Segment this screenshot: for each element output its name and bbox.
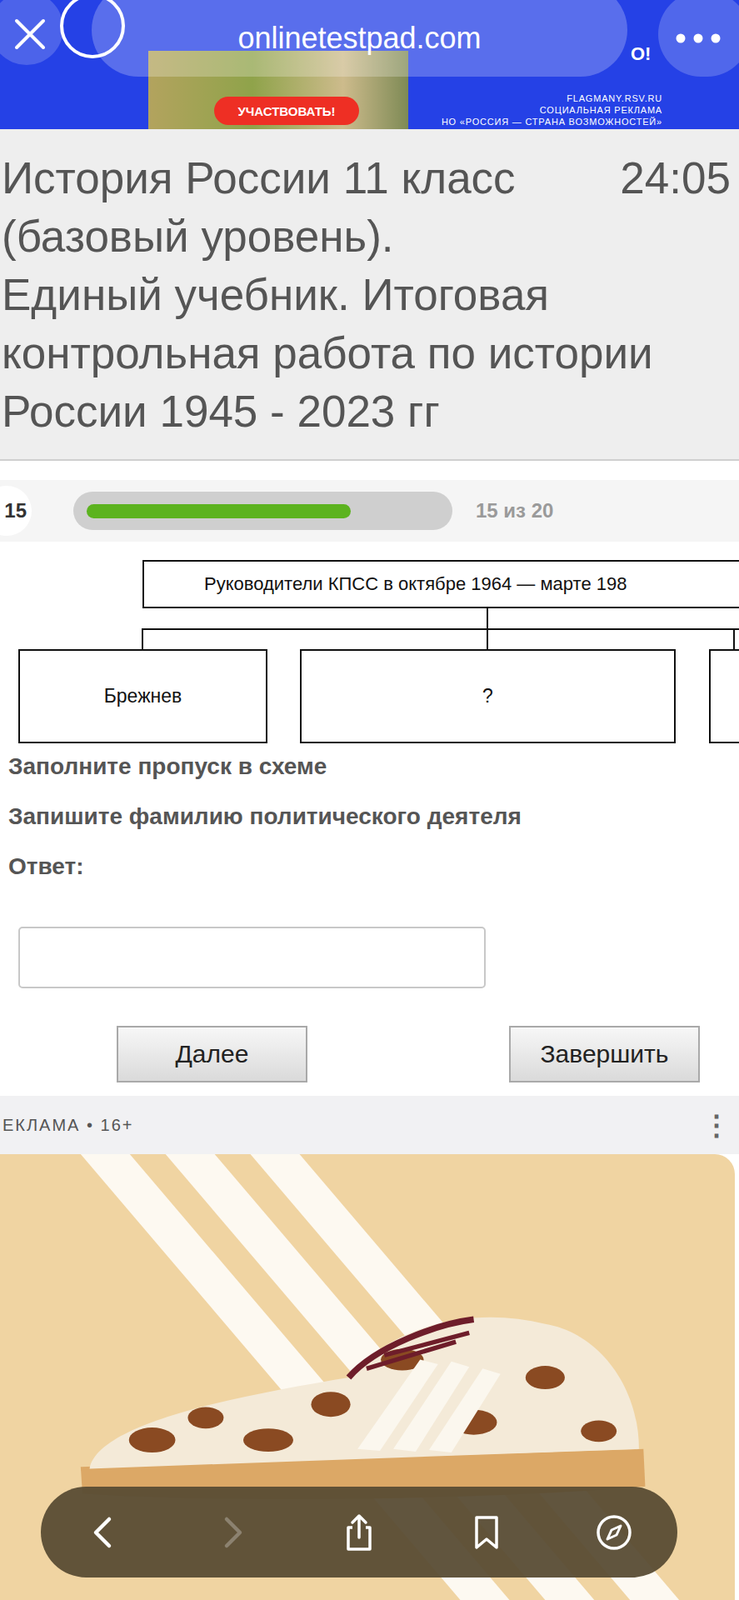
- share-icon: [339, 1512, 380, 1553]
- ad-label-bar: ЕКЛАМА • 16+ ⋮: [0, 1095, 739, 1154]
- timer: 24:05: [619, 149, 731, 208]
- more-button[interactable]: [658, 0, 739, 77]
- question: Руководители КПСС в октябре 1964 — марте…: [0, 541, 739, 1083]
- page: FLAGMANY.RSV.RUСОЦИАЛЬНАЯ РЕКЛАМАНО «РОС…: [0, 0, 739, 1600]
- progress-track: [86, 504, 440, 519]
- more-icon: [674, 32, 722, 45]
- banner-site: FLAGMANY.RSV.RU: [441, 92, 663, 105]
- test-header: 24:05История России 11 класс (базовый ур…: [0, 129, 739, 461]
- banner-tail: О!: [630, 43, 651, 65]
- connector-line: [141, 628, 739, 630]
- forward-button[interactable]: [206, 1507, 257, 1558]
- answer-input[interactable]: [18, 926, 486, 989]
- instruction: Заполните пропуск в схеме: [8, 749, 739, 784]
- compass-button[interactable]: [589, 1507, 640, 1558]
- connector-line: [733, 628, 735, 650]
- browser-toolbar: [40, 1486, 678, 1578]
- instruction: Запишите фамилию политического деятеля: [8, 799, 739, 834]
- close-button[interactable]: [0, 0, 64, 65]
- diagram-node: ?: [299, 649, 676, 744]
- diagram-node: Брежнев: [18, 649, 268, 744]
- nav-button[interactable]: Завершить: [509, 1025, 700, 1083]
- connector-line: [141, 628, 144, 650]
- participate-button[interactable]: УЧАСТВОВАТЬ!: [214, 96, 360, 125]
- ad-menu-button[interactable]: ⋮: [702, 1108, 731, 1142]
- test-title: Единый учебник. Итоговая контрольная раб…: [1, 265, 731, 441]
- address-bar[interactable]: onlinetestpad.com: [91, 0, 628, 77]
- bookmarks-button[interactable]: [461, 1507, 512, 1558]
- diagram-node: [709, 649, 739, 744]
- close-icon: [13, 17, 47, 51]
- ad-label: ЕКЛАМА • 16+: [2, 1115, 135, 1135]
- answer-label: Ответ:: [8, 849, 739, 884]
- url-text: onlinetestpad.com: [237, 20, 481, 56]
- progress-row: 15 15 из 20: [0, 479, 739, 542]
- ad-banner[interactable]: FLAGMANY.RSV.RUСОЦИАЛЬНАЯ РЕКЛАМАНО «РОС…: [0, 0, 739, 130]
- share-button[interactable]: [334, 1507, 385, 1558]
- banner-texts: FLAGMANY.RSV.RUСОЦИАЛЬНАЯ РЕКЛАМАНО «РОС…: [441, 92, 663, 128]
- connector-line: [486, 608, 489, 630]
- nav-button[interactable]: Далее: [116, 1025, 308, 1083]
- progress-fill: [86, 504, 351, 519]
- diagram-header: Руководители КПСС в октябре 1964 — марте…: [142, 559, 739, 609]
- question-number: 15: [0, 485, 32, 536]
- forward-icon: [211, 1512, 252, 1553]
- button-row: Далее Завершить: [0, 1025, 739, 1083]
- banner-sponsor: НО «РОССИЯ — СТРАНА ВОЗМОЖНОСТЕЙ»: [441, 115, 663, 128]
- compass-icon: [594, 1512, 635, 1553]
- back-icon: [84, 1512, 125, 1553]
- bookmark-icon: [466, 1512, 507, 1553]
- banner-label: СОЦИАЛЬНАЯ РЕКЛАМА: [441, 104, 663, 116]
- connector-line: [486, 628, 489, 650]
- progress-bar: [73, 491, 453, 530]
- diagram: Руководители КПСС в октябре 1964 — марте…: [0, 545, 739, 750]
- back-button[interactable]: [79, 1507, 130, 1558]
- progress-text: 15 из 20: [475, 499, 554, 523]
